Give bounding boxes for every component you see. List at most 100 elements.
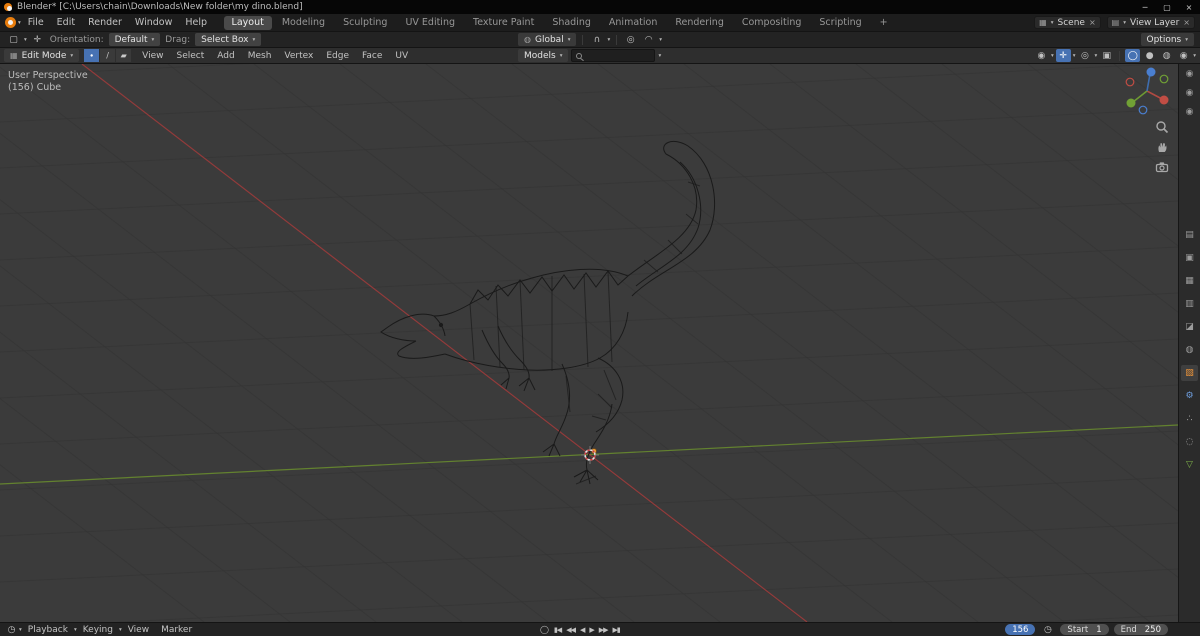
move-tool-icon[interactable]: ✛: [30, 33, 45, 46]
vh-menu-select[interactable]: Select: [171, 51, 211, 61]
tab-active-tool-icon[interactable]: ▤: [1181, 227, 1198, 243]
axis-neg-y-handle[interactable]: [1159, 74, 1169, 84]
tl-menu-view[interactable]: View: [122, 625, 155, 635]
vh-menu-face[interactable]: Face: [356, 51, 388, 61]
scene-browse-caret-icon[interactable]: ▾: [1051, 20, 1054, 26]
proportional-falloff-icon[interactable]: ◠: [641, 33, 656, 46]
tab-output-properties-icon[interactable]: ▦: [1181, 273, 1198, 289]
tab-object-data-properties-icon[interactable]: ▽: [1181, 457, 1198, 473]
vh-menu-mesh[interactable]: Mesh: [242, 51, 278, 61]
vh-menu-view[interactable]: View: [136, 51, 169, 61]
vertex-select-mode-icon[interactable]: ∙: [84, 49, 100, 62]
drag-dropdown[interactable]: Select Box ▾: [195, 33, 262, 46]
camera-view-icon[interactable]: [1155, 160, 1171, 176]
workspace-tab-texture-paint[interactable]: Texture Paint: [465, 16, 542, 30]
tab-modifier-properties-icon[interactable]: ⚙: [1181, 388, 1198, 404]
blender-menu-caret-icon[interactable]: ▾: [18, 20, 21, 26]
play-icon[interactable]: ▶: [587, 626, 595, 634]
axis-y-handle[interactable]: [1126, 98, 1136, 108]
snap-magnet-icon[interactable]: ∩: [589, 33, 604, 46]
axis-x-handle[interactable]: [1159, 95, 1169, 105]
tab-particles-properties-icon[interactable]: ∴: [1181, 411, 1198, 427]
previous-keyframe-icon[interactable]: ◀◀: [564, 626, 577, 634]
menu-file[interactable]: File: [22, 17, 50, 28]
menu-help[interactable]: Help: [179, 17, 213, 28]
axis-neg-x-handle[interactable]: [1125, 77, 1135, 87]
navigation-axis-gizmo[interactable]: [1125, 67, 1169, 115]
toggle-xray-icon[interactable]: ▣: [1099, 49, 1114, 62]
tab-scene-properties-icon[interactable]: ◪: [1181, 319, 1198, 335]
outliner-render-eye-icon[interactable]: ◉: [1181, 104, 1198, 120]
edge-select-mode-icon[interactable]: /: [100, 49, 116, 62]
vh-menu-vertex[interactable]: Vertex: [278, 51, 319, 61]
gizmo-caret-icon[interactable]: ▾: [1073, 53, 1076, 59]
asset-library-dropdown[interactable]: Models ▾: [518, 49, 569, 62]
tab-view-layer-properties-icon[interactable]: ▥: [1181, 296, 1198, 312]
overlays-caret-icon[interactable]: ▾: [1094, 53, 1097, 59]
menu-window[interactable]: Window: [129, 17, 178, 28]
options-dropdown[interactable]: Options ▾: [1140, 33, 1194, 46]
shading-caret-icon[interactable]: ▾: [1193, 53, 1196, 59]
transform-orientation-dropdown[interactable]: ◍ Global ▾: [518, 33, 577, 46]
search-input[interactable]: [571, 49, 656, 62]
jump-to-end-icon[interactable]: ▶▮: [611, 626, 622, 634]
outliner-filter-eye-icon[interactable]: ◉: [1181, 66, 1198, 82]
snap-caret-icon[interactable]: ▾: [607, 37, 610, 43]
outliner-select-eye-icon[interactable]: ◉: [1181, 85, 1198, 101]
vh-menu-uv[interactable]: UV: [389, 51, 414, 61]
jump-to-start-icon[interactable]: ▮◀: [552, 626, 563, 634]
workspace-tab-compositing[interactable]: Compositing: [734, 16, 810, 30]
shading-material-icon[interactable]: ◍: [1159, 49, 1174, 62]
shading-wireframe-icon[interactable]: ◯: [1125, 49, 1141, 62]
menu-render[interactable]: Render: [82, 17, 128, 28]
blender-menu-icon[interactable]: [5, 17, 16, 28]
next-keyframe-icon[interactable]: ▶▶: [597, 626, 610, 634]
workspace-tab-scripting[interactable]: Scripting: [811, 16, 869, 30]
tl-menu-playback[interactable]: Playback: [22, 625, 74, 635]
scene-name[interactable]: Scene: [1058, 18, 1085, 28]
show-overlays-icon[interactable]: ◎: [1077, 49, 1092, 62]
shading-rendered-icon[interactable]: ◉: [1176, 49, 1191, 62]
workspace-tab-rendering[interactable]: Rendering: [667, 16, 732, 30]
zoom-tool-icon[interactable]: [1155, 120, 1171, 136]
tab-physics-properties-icon[interactable]: ◌: [1181, 434, 1198, 450]
vh-menu-add[interactable]: Add: [211, 51, 240, 61]
menu-edit[interactable]: Edit: [51, 17, 81, 28]
minimize-button[interactable]: ─: [1134, 0, 1156, 14]
current-frame-field[interactable]: 156: [1005, 624, 1036, 635]
view-layer-name[interactable]: View Layer: [1130, 18, 1179, 28]
vh-menu-edge[interactable]: Edge: [320, 51, 355, 61]
show-gizmo-icon[interactable]: ✛: [1055, 49, 1071, 62]
shading-solid-icon[interactable]: ●: [1142, 49, 1157, 62]
axis-z-handle[interactable]: [1146, 67, 1156, 77]
proportional-caret-icon[interactable]: ▾: [659, 37, 662, 43]
auto-keying-icon[interactable]: ◯: [538, 625, 551, 634]
scene-selector[interactable]: ▦ ▾ Scene ×: [1034, 16, 1101, 29]
workspace-tab-modeling[interactable]: Modeling: [274, 16, 333, 30]
end-frame-field[interactable]: End 250: [1113, 624, 1168, 635]
start-frame-field[interactable]: Start 1: [1060, 624, 1109, 635]
close-button[interactable]: ×: [1178, 0, 1200, 14]
workspace-tab-sculpting[interactable]: Sculpting: [335, 16, 395, 30]
proportional-editing-icon[interactable]: ◎: [623, 33, 638, 46]
tab-render-properties-icon[interactable]: ▣: [1181, 250, 1198, 266]
tab-world-properties-icon[interactable]: ◍: [1181, 342, 1198, 358]
view-layer-unlink-icon[interactable]: ×: [1183, 18, 1190, 27]
workspace-tab-layout[interactable]: Layout: [223, 15, 272, 30]
editor-type-icon[interactable]: ◷: [4, 623, 19, 636]
workspace-tab-uv-editing[interactable]: UV Editing: [397, 16, 463, 30]
view-layer-browse-caret-icon[interactable]: ▾: [1123, 20, 1126, 26]
tab-object-properties-icon[interactable]: ▧: [1181, 364, 1198, 381]
maximize-button[interactable]: ▢: [1156, 0, 1178, 14]
active-tool-icon[interactable]: ▢: [6, 33, 21, 46]
workspace-tab-animation[interactable]: Animation: [601, 16, 665, 30]
object-visibility-eye-icon[interactable]: ◉: [1034, 49, 1049, 62]
preview-range-clock-icon[interactable]: ◷: [1040, 623, 1055, 636]
orientation-dropdown[interactable]: Default ▾: [108, 33, 161, 46]
scene-unlink-icon[interactable]: ×: [1089, 18, 1096, 27]
visibility-caret-icon[interactable]: ▾: [1051, 53, 1054, 59]
face-select-mode-icon[interactable]: ▰: [116, 49, 132, 62]
axis-neg-z-handle[interactable]: [1138, 105, 1148, 115]
3d-viewport[interactable]: User Perspective (156) Cube: [0, 64, 1178, 622]
pan-hand-icon[interactable]: [1155, 140, 1171, 156]
